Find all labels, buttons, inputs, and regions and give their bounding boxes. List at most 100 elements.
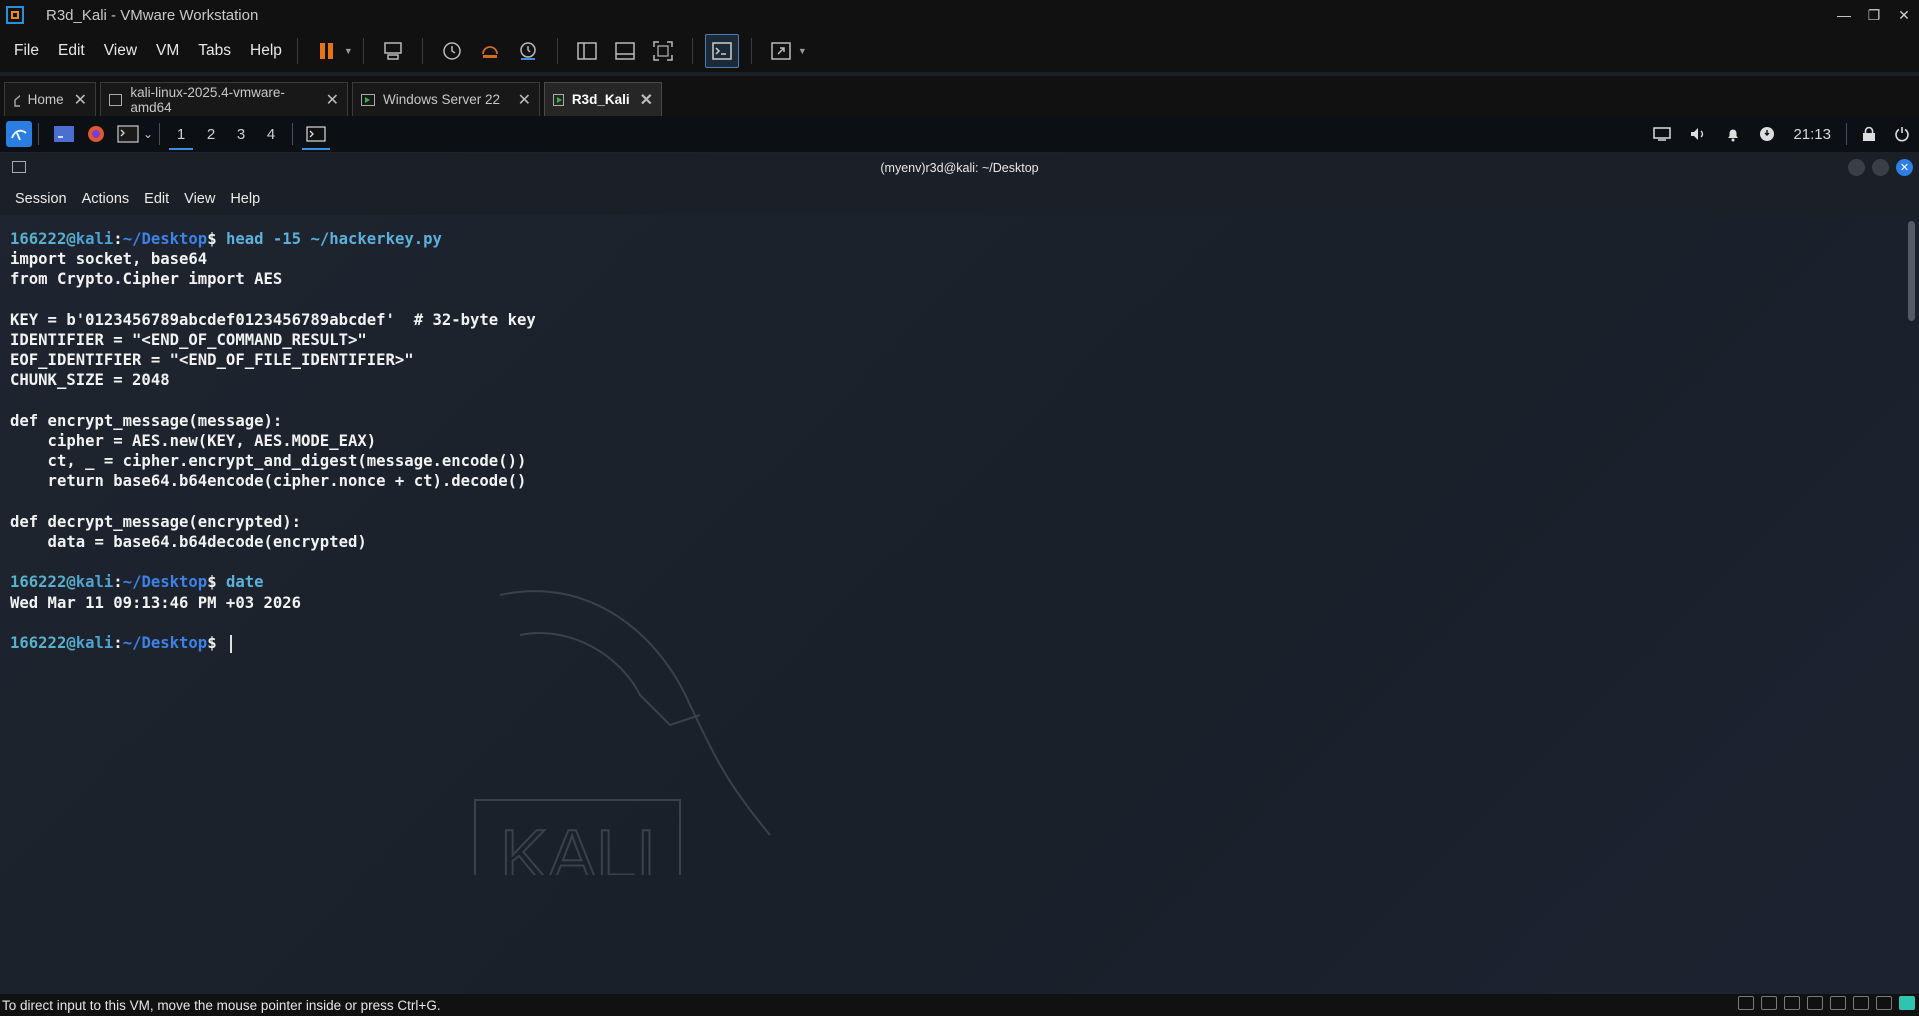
pause-button[interactable]	[310, 34, 344, 68]
snapshot-manager-button[interactable]	[511, 34, 545, 68]
terminal-launcher-icon[interactable]	[115, 121, 141, 147]
terminal-line: cipher = AES.new(KEY, AES.MODE_EAX)	[10, 432, 377, 451]
terminal-line: data = base64.b64decode(encrypted)	[10, 533, 367, 552]
menu-vm[interactable]: VM	[156, 42, 179, 60]
lock-icon[interactable]	[1862, 126, 1876, 142]
menu-file[interactable]: File	[14, 42, 39, 60]
terminal-scrollbar[interactable]	[1903, 215, 1919, 994]
terminal-menu-session[interactable]: Session	[15, 191, 67, 207]
chevron-down-icon[interactable]: ▼	[798, 46, 807, 56]
show-desktop-icon[interactable]	[51, 121, 77, 147]
menu-help[interactable]: Help	[250, 42, 282, 60]
vm-running-icon	[553, 93, 564, 106]
guest-display[interactable]: ⌄ 1 2 3 4 21:13 (myenv)r3d@kali: ~/Deskt…	[0, 116, 1919, 994]
close-icon[interactable]: ✕	[1896, 159, 1913, 176]
send-ctrl-alt-del-button[interactable]	[376, 34, 410, 68]
stretch-guest-button[interactable]	[764, 34, 798, 68]
restore-icon[interactable]: ❐	[1859, 0, 1889, 30]
power-manager-icon[interactable]	[1759, 126, 1775, 142]
terminal-line: ct, _ = cipher.encrypt_and_digest(messag…	[10, 452, 527, 471]
menu-view[interactable]: View	[104, 42, 137, 60]
network-adapter-icon[interactable]	[1784, 996, 1800, 1010]
prompt-command: head -15 ~/hackerkey.py	[225, 230, 442, 248]
thumbnail-bar-button[interactable]	[608, 34, 642, 68]
notifications-icon[interactable]	[1725, 126, 1741, 142]
terminal-line: EOF_IDENTIFIER = "<END_OF_FILE_IDENTIFIE…	[10, 351, 414, 370]
terminal-line: def encrypt_message(message):	[10, 411, 283, 430]
tab-home[interactable]: Home ✕	[4, 82, 96, 116]
minimize-icon[interactable]	[1848, 159, 1865, 176]
firefox-icon[interactable]	[83, 121, 109, 147]
workspace-2[interactable]: 2	[196, 118, 226, 150]
tab-label: kali-linux-2025.4-vmware-amd64	[130, 84, 285, 115]
prompt-command: date	[225, 573, 264, 592]
terminal-line: KEY = b'0123456789abcdef0123456789abcdef…	[10, 310, 536, 329]
prompt-host: kali	[75, 573, 114, 592]
send-keys-icon	[384, 42, 402, 60]
menu-edit[interactable]: Edit	[58, 42, 85, 60]
taskbar-terminal-window[interactable]	[299, 118, 333, 150]
full-screen-button[interactable]	[646, 34, 680, 68]
terminal-line: CHUNK_SIZE = 2048	[10, 371, 170, 390]
minimize-icon[interactable]: —	[1829, 0, 1859, 30]
close-icon[interactable]: ✕	[630, 90, 653, 110]
workspace-1[interactable]: 1	[166, 118, 196, 150]
chevron-down-icon[interactable]: ⌄	[143, 127, 153, 141]
close-icon[interactable]: ✕	[508, 90, 531, 110]
maximize-icon[interactable]	[1872, 159, 1889, 176]
status-message: To direct input to this VM, move the mou…	[2, 997, 441, 1013]
kali-menu-icon[interactable]	[6, 121, 32, 147]
thumbnail-view-icon	[615, 42, 635, 60]
prompt-path: ~/Desktop	[122, 634, 208, 653]
terminal-body[interactable]: KALI 166222@kali:~/Desktop$ head -15 ~/h…	[0, 215, 1900, 994]
power-icon[interactable]	[1894, 126, 1910, 142]
terminal-menu-view[interactable]: View	[184, 191, 215, 207]
close-icon[interactable]: ✕	[64, 90, 87, 110]
message-log-icon[interactable]	[1899, 996, 1915, 1010]
console-view-icon	[712, 42, 732, 60]
revert-snapshot-button[interactable]	[473, 34, 507, 68]
chevron-down-icon[interactable]: ▼	[344, 46, 353, 56]
vm-running-icon	[361, 93, 375, 106]
console-view-button[interactable]	[704, 34, 739, 68]
terminal-line: 166222@kali:~/Desktop$ date	[10, 572, 536, 592]
prompt-colon: :	[113, 573, 123, 592]
show-library-button[interactable]	[570, 34, 604, 68]
sidebar-view-icon	[577, 42, 597, 60]
network-adapter-2-icon[interactable]	[1807, 996, 1823, 1010]
take-snapshot-button[interactable]	[435, 34, 469, 68]
bluetooth-icon[interactable]	[1876, 996, 1892, 1010]
panel-clock[interactable]: 21:13	[1793, 126, 1831, 143]
terminal-window-icon	[12, 161, 26, 173]
workspace-3[interactable]: 3	[226, 118, 256, 150]
window-title: R3d_Kali - VMware Workstation	[46, 6, 259, 24]
display-icon[interactable]	[1653, 127, 1672, 141]
tab-kali-linux-2025[interactable]: kali-linux-2025.4-vmware-amd64 ✕	[100, 82, 348, 116]
scrollbar-thumb[interactable]	[1908, 221, 1915, 321]
close-icon[interactable]: ✕	[1889, 0, 1919, 30]
terminal-titlebar[interactable]: (myenv)r3d@kali: ~/Desktop ✕	[0, 153, 1919, 183]
sound-card-icon[interactable]	[1853, 996, 1869, 1010]
terminal-title: (myenv)r3d@kali: ~/Desktop	[880, 161, 1039, 175]
workspace-4[interactable]: 4	[256, 118, 286, 150]
close-icon[interactable]: ✕	[316, 90, 339, 110]
hard-disk-icon[interactable]	[1738, 996, 1754, 1010]
vm-tab-bar: Home ✕ kali-linux-2025.4-vmware-amd64 ✕ …	[0, 76, 1919, 116]
terminal-line: 166222@kali:~/Desktop$	[10, 633, 536, 653]
volume-icon[interactable]	[1689, 126, 1707, 142]
terminal-menu-actions[interactable]: Actions	[82, 191, 130, 207]
tab-r3d-kali[interactable]: R3d_Kali ✕	[544, 82, 662, 116]
toolbar-separator	[750, 38, 752, 64]
tab-windows-server-22[interactable]: Windows Server 22 ✕	[352, 82, 540, 116]
cd-dvd-icon[interactable]	[1761, 996, 1777, 1010]
menu-tabs[interactable]: Tabs	[198, 42, 231, 60]
revert-snapshot-icon	[481, 46, 498, 58]
terminal-output[interactable]: 166222@kali:~/Desktop$ head -15 ~/hacker…	[10, 229, 536, 653]
kali-panel: ⌄ 1 2 3 4 21:13	[0, 116, 1919, 152]
usb-icon[interactable]	[1830, 996, 1846, 1010]
terminal-menu-help[interactable]: Help	[230, 191, 260, 207]
terminal-menu-edit[interactable]: Edit	[144, 191, 169, 207]
